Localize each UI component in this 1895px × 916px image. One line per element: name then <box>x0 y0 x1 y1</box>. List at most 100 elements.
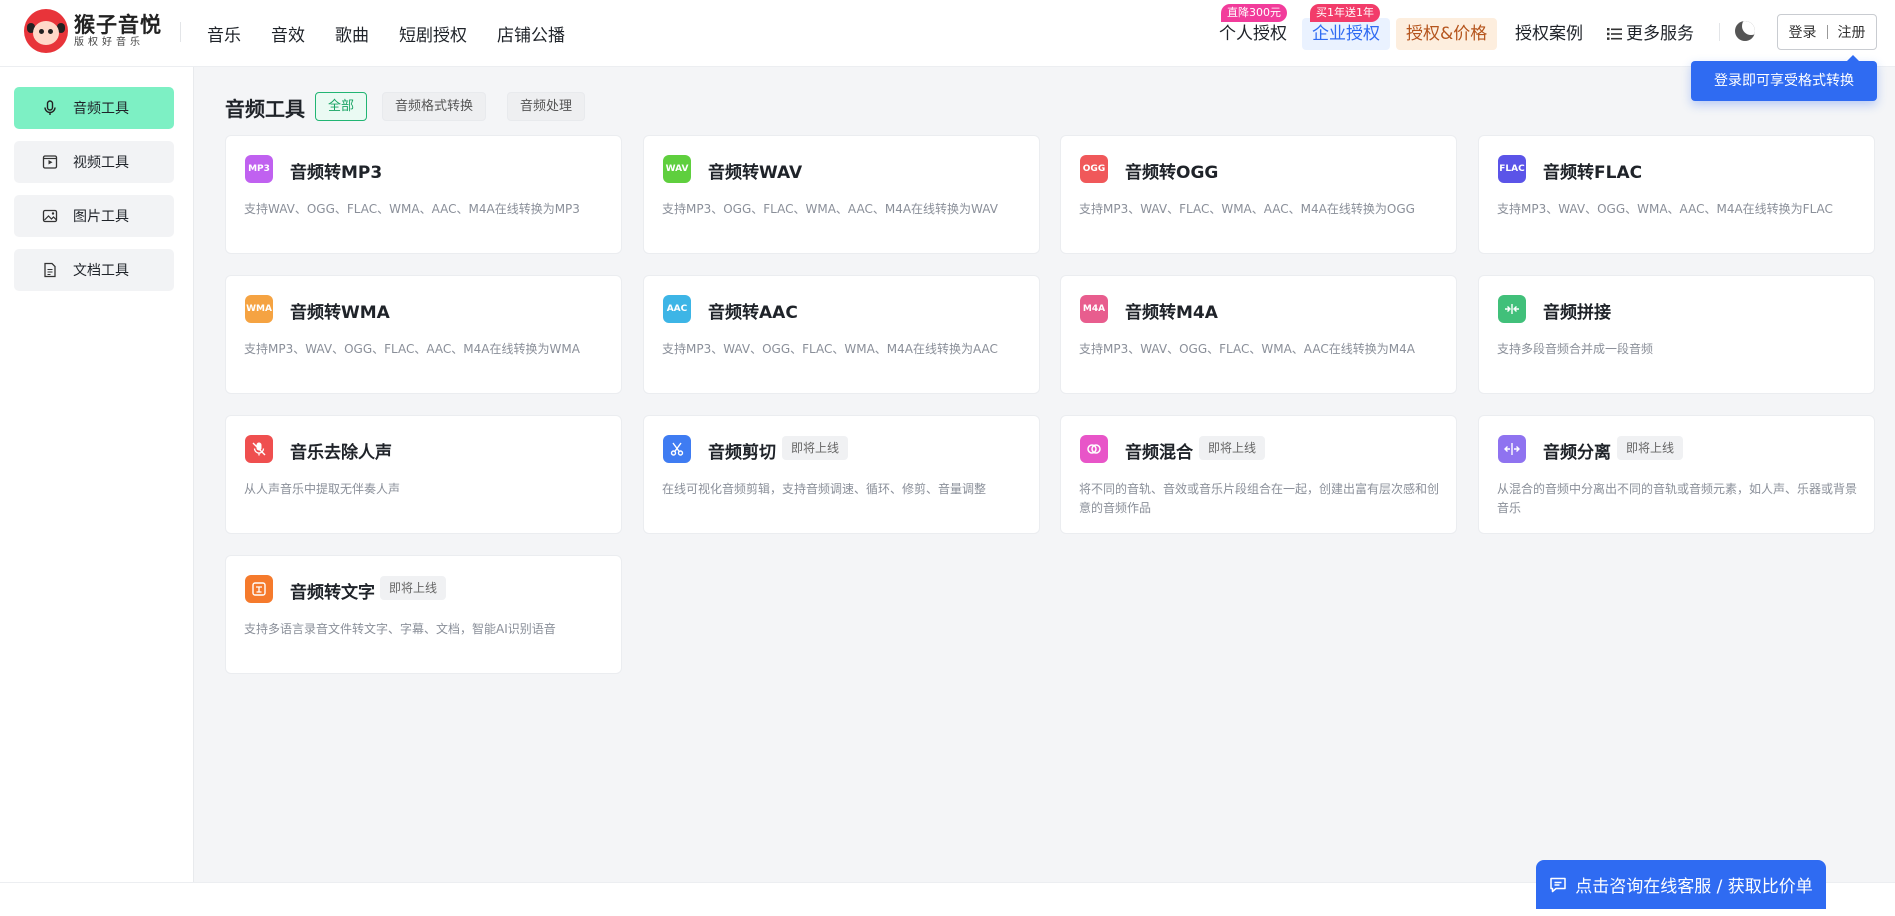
tool-title: 音乐去除人声 <box>290 443 392 463</box>
tool-card[interactable]: MP3 音频转MP3 支持WAV、OGG、FLAC、WMA、AAC、M4A在线转换为… <box>225 135 622 254</box>
aac-format-icon: AAC <box>663 295 691 323</box>
brand-subtitle: 版权好音乐 <box>74 37 144 48</box>
sidebar-item-video-tools[interactable]: 视频工具 <box>14 141 174 183</box>
sidebar-item-audio-tools[interactable]: 音频工具 <box>14 87 174 129</box>
transcribe-icon <box>245 575 273 603</box>
split-icon <box>1498 435 1526 463</box>
tool-description: 支持MP3、WAV、OGG、FLAC、WMA、M4A在线转换为AAC <box>662 342 998 356</box>
nav-pricing[interactable]: 授权&价格 <box>1396 18 1498 50</box>
mp3-format-icon: MP3 <box>245 155 273 183</box>
monkey-logo-icon <box>24 9 68 53</box>
wav-format-icon: WAV <box>663 155 691 183</box>
login-tooltip: 登录即可享受格式转换 <box>1691 55 1877 101</box>
sidebar-item-label: 图片工具 <box>73 209 129 225</box>
tool-card[interactable]: M4A 音频转M4A 支持MP3、WAV、OGG、FLAC、WMA、AAC在线转换为… <box>1060 275 1457 394</box>
nav-songs[interactable]: 歌曲 <box>335 21 369 46</box>
nav-sound-effects[interactable]: 音效 <box>271 21 305 46</box>
tool-card[interactable]: WMA 音频转WMA 支持MP3、WAV、OGG、FLAC、AAC、M4A在线转换为… <box>225 275 622 394</box>
format-label: WMA <box>246 304 272 314</box>
coming-soon-badge: 即将上线 <box>1617 436 1684 460</box>
chat-icon <box>1550 877 1566 892</box>
login-button[interactable]: 登录 <box>1789 22 1817 42</box>
filter-all[interactable]: 全部 <box>315 92 368 121</box>
top-header: 猴子音悦 版权好音乐 音乐 音效 歌曲 短剧授权 店铺公播 个人授权 直降300… <box>0 0 1895 67</box>
format-label: WAV <box>665 164 689 174</box>
sidebar-item-document-tools[interactable]: 文档工具 <box>14 249 174 291</box>
logo[interactable]: 猴子音悦 版权好音乐 <box>24 9 162 53</box>
nav-music[interactable]: 音乐 <box>207 21 241 46</box>
promo-badge: 买1年送1年 <box>1310 4 1380 22</box>
format-label: OGG <box>1082 164 1106 174</box>
tool-description: 支持多语言录音文件转文字、字幕、文档，智能AI识别语音 <box>244 622 556 636</box>
register-button[interactable]: 注册 <box>1838 22 1866 42</box>
auth-box: 登录 注册 <box>1777 14 1877 50</box>
nav-cases[interactable]: 授权案例 <box>1505 18 1593 50</box>
tool-description: 支持多段音频合并成一段音频 <box>1497 342 1654 356</box>
tool-title: 音频转WAV <box>708 163 803 183</box>
sidebar-item-image-tools[interactable]: 图片工具 <box>14 195 174 237</box>
tool-description: 从混合的音频中分离出不同的音轨或音频元素，如人声、乐器或背景音乐 <box>1497 482 1858 515</box>
tool-card[interactable]: OGG 音频转OGG 支持MP3、WAV、FLAC、WMA、AAC、M4A在线转换为… <box>1060 135 1457 254</box>
brand-title: 猴子音悦 <box>74 13 162 37</box>
divider <box>180 22 181 42</box>
tool-card[interactable]: 音频拼接支持多段音频合并成一段音频 <box>1478 275 1875 394</box>
merge-icon <box>1498 295 1526 323</box>
sidebar-item-label: 视频工具 <box>73 155 129 171</box>
tool-title: 音频转文字 <box>290 583 375 603</box>
flac-format-icon: FLAC <box>1498 155 1526 183</box>
sidebar-item-label: 文档工具 <box>73 263 129 279</box>
format-label: MP3 <box>248 164 270 174</box>
tool-title: 音频转AAC <box>708 303 798 323</box>
nav-more-label: 更多服务 <box>1626 24 1694 44</box>
list-icon <box>1607 28 1622 40</box>
tool-title: 音频转WMA <box>290 303 390 323</box>
tool-description: 在线可视化音频剪辑，支持音频调速、循环、修剪、音量调整 <box>662 482 987 496</box>
consult-button[interactable]: 点击咨询在线客服 / 获取比价单 <box>1536 860 1826 909</box>
tool-description: 支持MP3、WAV、OGG、WMA、AAC、M4A在线转换为FLAC <box>1497 202 1833 216</box>
format-label: AAC <box>666 304 688 314</box>
wma-format-icon: WMA <box>245 295 273 323</box>
tool-description: 将不同的音轨、音效或音乐片段组合在一起，创建出富有层次感和创意的音频作品 <box>1079 482 1440 515</box>
scissors-icon <box>663 435 691 463</box>
tool-title: 音频转FLAC <box>1543 163 1643 183</box>
tool-description: 支持MP3、WAV、OGG、FLAC、AAC、M4A在线转换为WMA <box>244 342 580 356</box>
dark-mode-icon[interactable] <box>1735 21 1755 41</box>
ogg-format-icon: OGG <box>1080 155 1108 183</box>
tool-card[interactable]: 音频混合 即将上线 将不同的音轨、音效或音乐片段组合在一起，创建出富有层次感和创意的… <box>1060 415 1457 534</box>
tool-title: 音频剪切 <box>708 443 776 463</box>
tool-card[interactable]: 音频转文字 即将上线 支持多语言录音文件转文字、字幕、文档，智能AI识别语音 <box>225 555 622 674</box>
tool-description: 支持MP3、WAV、FLAC、WMA、AAC、M4A在线转换为OGG <box>1079 202 1415 216</box>
sidebar: 音频工具 视频工具 图片工具 文档工具 <box>0 67 194 883</box>
main-nav: 音乐 音效 歌曲 短剧授权 店铺公播 <box>207 0 595 66</box>
tool-description: 支持MP3、WAV、OGG、FLAC、WMA、AAC在线转换为M4A <box>1079 342 1415 356</box>
tool-description: 支持WAV、OGG、FLAC、WMA、AAC、M4A在线转换为MP3 <box>244 202 580 216</box>
discount-badge: 直降300元 <box>1221 4 1287 22</box>
tool-title: 音频混合 <box>1125 443 1193 463</box>
filter-audio-processing[interactable]: 音频处理 <box>507 92 586 121</box>
tool-card[interactable]: FLAC 音频转FLAC 支持MP3、WAV、OGG、WMA、AAC、M4A在线转换… <box>1478 135 1875 254</box>
nav-short-drama[interactable]: 短剧授权 <box>399 21 467 46</box>
tool-card[interactable]: 音乐去除人声 从人声音乐中提取无伴奏人声 <box>225 415 622 534</box>
tool-card[interactable]: 音频分离 即将上线从混合的音频中分离出不同的音轨或音频元素，如人声、乐器或背景音乐 <box>1478 415 1875 534</box>
microphone-icon <box>44 100 56 115</box>
nav-personal-label: 个人授权 <box>1219 24 1287 44</box>
tool-card[interactable]: WAV 音频转WAV 支持MP3、OGG、FLAC、WMA、AAC、M4A在线转换为… <box>643 135 1040 254</box>
nav-enterprise-license[interactable]: 企业授权 买1年送1年 <box>1302 4 1390 50</box>
tool-title: 音频转OGG <box>1125 163 1219 183</box>
page-title: 音频工具 <box>225 97 305 121</box>
nav-more-services[interactable]: 更多服务 <box>1597 18 1704 50</box>
format-label: FLAC <box>1499 164 1525 174</box>
coming-soon-badge: 即将上线 <box>782 436 849 460</box>
tool-card[interactable]: 音频剪切 即将上线在线可视化音频剪辑，支持音频调速、循环、修剪、音量调整 <box>643 415 1040 534</box>
sidebar-item-label: 音频工具 <box>73 101 129 117</box>
tool-title: 音频分离 <box>1543 443 1611 463</box>
mute-mic-icon <box>245 435 273 463</box>
filter-format-conversion[interactable]: 音频格式转换 <box>382 92 487 121</box>
nav-personal-license[interactable]: 个人授权 直降300元 <box>1209 4 1297 50</box>
tool-card[interactable]: AAC 音频转AAC 支持MP3、WAV、OGG、FLAC、WMA、M4A在线转换为… <box>643 275 1040 394</box>
divider <box>1719 23 1720 41</box>
tool-title: 音频拼接 <box>1543 303 1611 323</box>
format-label: M4A <box>1082 304 1106 314</box>
nav-store-broadcast[interactable]: 店铺公播 <box>497 21 565 46</box>
nav-enterprise-label: 企业授权 <box>1312 24 1380 44</box>
